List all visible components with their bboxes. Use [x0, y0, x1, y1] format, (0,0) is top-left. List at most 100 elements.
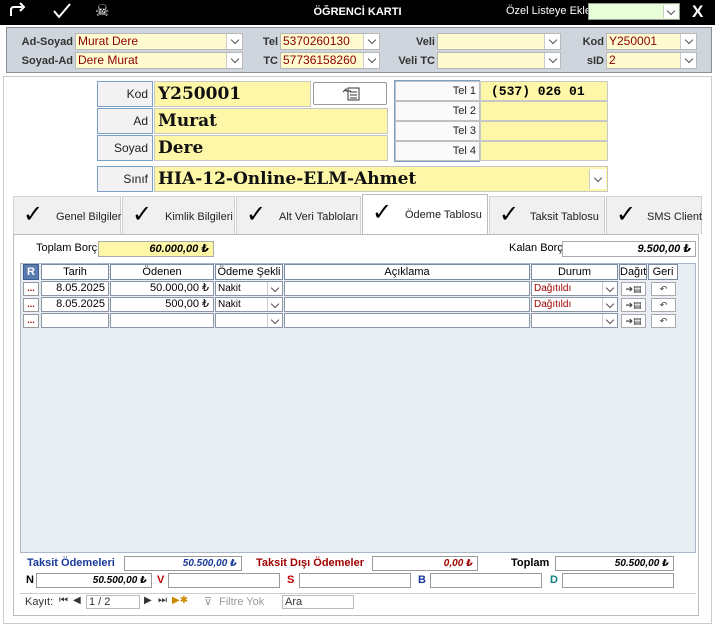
taksit-disi-value: 0,00 ₺ — [372, 556, 478, 571]
title-bar: ☠ ÖĞRENCİ KARTI Özel Listeye Ekle X — [0, 0, 715, 25]
chevron-down-icon[interactable] — [663, 5, 678, 18]
student-ad-value[interactable]: Murat — [154, 108, 388, 134]
prev-record-icon[interactable]: ◀ — [73, 595, 81, 606]
cell-aciklama[interactable] — [284, 281, 530, 296]
chevron-down-icon[interactable] — [226, 34, 242, 49]
kalan-borc-value: 9.500,00 ₺ — [562, 241, 696, 257]
tel1-value[interactable]: (537) 026 01 30 — [480, 81, 608, 118]
tab-sms-client[interactable]: ✓ SMS Client — [606, 196, 702, 234]
tel3-label: Tel 3 — [395, 121, 480, 141]
toplam-borc-value[interactable]: 60.000,00 ₺ — [98, 241, 214, 257]
sid-field[interactable]: 2 — [606, 52, 697, 69]
cell-tarih[interactable]: 8.05.2025 — [41, 281, 109, 296]
cell-odenen[interactable]: 50.000,00 ₺ — [110, 281, 214, 296]
window-title: ÖĞRENCİ KARTI — [313, 6, 402, 18]
checkmark-icon[interactable] — [52, 2, 72, 25]
column-header-odenen[interactable]: Ödenen — [110, 264, 214, 280]
cell-odenen[interactable]: 500,00 ₺ — [110, 297, 214, 312]
s-label: S — [287, 574, 295, 586]
cell-tarih[interactable] — [41, 313, 109, 328]
kod-field[interactable]: Y250001 — [606, 33, 697, 50]
tab-genel-bilgiler[interactable]: ✓ Genel Bilgiler — [13, 196, 121, 234]
row-dots-button[interactable]: ... — [23, 314, 39, 328]
column-header-durum[interactable]: Durum — [531, 264, 618, 280]
dagit-button[interactable]: ➔▤ — [621, 282, 646, 296]
list-copy-icon — [342, 87, 360, 101]
student-kod-value[interactable]: Y250001 — [154, 81, 311, 107]
toplam-label: Toplam — [511, 557, 550, 569]
chevron-down-icon[interactable] — [680, 53, 696, 68]
dagit-button[interactable]: ➔▤ — [621, 314, 646, 328]
undo-icon[interactable]: ↶ — [651, 282, 676, 296]
cell-tarih[interactable]: 8.05.2025 — [41, 297, 109, 312]
soyad-ad-field[interactable]: Dere Murat — [75, 52, 243, 69]
ad-soyad-label: Ad-Soyad — [21, 36, 73, 48]
cell-aciklama[interactable] — [284, 313, 530, 328]
dagit-button[interactable]: ➔▤ — [621, 298, 646, 312]
veli-field[interactable] — [437, 33, 561, 50]
b-value — [430, 573, 542, 588]
sid-label: sID — [586, 55, 604, 67]
column-header-dagit[interactable]: Dağıt — [619, 264, 647, 280]
chevron-down-icon[interactable] — [544, 53, 560, 68]
tab-kimlik-bilgileri[interactable]: ✓ Kimlik Bilgileri — [122, 196, 235, 234]
cell-durum[interactable]: Dağıtıldı — [531, 281, 618, 296]
cell-durum[interactable]: Dağıtıldı — [531, 297, 618, 312]
cell-odenen[interactable] — [110, 313, 214, 328]
tab-alt-veri-tablolari[interactable]: ✓ Alt Veri Tabloları — [236, 196, 361, 234]
chevron-down-icon[interactable] — [602, 282, 617, 295]
close-icon[interactable]: X — [692, 2, 703, 22]
s-value — [299, 573, 411, 588]
tab-taksit-tablosu[interactable]: ✓ Taksit Tablosu — [489, 196, 605, 234]
student-soyad-value[interactable]: Dere — [154, 135, 388, 161]
chevron-down-icon[interactable] — [602, 298, 617, 311]
chevron-down-icon[interactable] — [267, 314, 282, 327]
chevron-down-icon[interactable] — [544, 34, 560, 49]
undo-icon[interactable]: ↶ — [651, 298, 676, 312]
ad-soyad-field[interactable]: Murat Dere — [75, 33, 243, 50]
tel2-value[interactable] — [480, 101, 608, 121]
chevron-down-icon[interactable] — [363, 53, 379, 68]
cell-odeme-sekli[interactable]: Nakit — [215, 297, 283, 312]
first-record-icon[interactable]: ⏮ — [59, 595, 68, 606]
tc-field[interactable]: 57736158260 — [280, 52, 380, 69]
record-selector-header[interactable]: R — [23, 264, 39, 280]
undo-icon[interactable]: ↶ — [651, 314, 676, 328]
tel4-value[interactable] — [480, 141, 608, 161]
chevron-down-icon[interactable] — [589, 169, 606, 189]
filter-icon[interactable]: ⊽ — [204, 595, 212, 608]
column-header-aciklama[interactable]: Açıklama — [284, 264, 530, 280]
tel-field[interactable]: 5370260130 — [280, 33, 380, 50]
last-record-icon[interactable]: ⏭ — [158, 595, 167, 606]
chevron-down-icon[interactable] — [363, 34, 379, 49]
taksit-odemeleri-value: 50.500,00 ₺ — [124, 556, 242, 571]
chevron-down-icon[interactable] — [267, 282, 282, 295]
cell-durum[interactable] — [531, 313, 618, 328]
column-header-tarih[interactable]: Tarih — [41, 264, 109, 280]
cell-odeme-sekli[interactable] — [215, 313, 283, 328]
search-input[interactable]: Ara — [282, 595, 354, 609]
forward-arrow-icon[interactable] — [9, 2, 27, 23]
chevron-down-icon[interactable] — [226, 53, 242, 68]
sinif-label: Sınıf — [97, 166, 153, 192]
sinif-select[interactable]: HIA-12-Online-ELM-Ahmet — [154, 166, 608, 192]
cell-aciklama[interactable] — [284, 297, 530, 312]
copy-button[interactable] — [313, 82, 387, 105]
chevron-down-icon[interactable] — [602, 314, 617, 327]
next-record-icon[interactable]: ▶ — [144, 595, 152, 606]
cell-odeme-sekli[interactable]: Nakit — [215, 281, 283, 296]
chevron-down-icon[interactable] — [680, 34, 696, 49]
chevron-down-icon[interactable] — [267, 298, 282, 311]
tel3-value[interactable] — [480, 121, 608, 141]
column-header-geri[interactable]: Geri — [648, 264, 678, 280]
row-dots-button[interactable]: ... — [23, 282, 39, 296]
new-record-icon[interactable]: ▶✱ — [172, 595, 188, 606]
column-header-odeme-sekli[interactable]: Ödeme Şekli — [215, 264, 283, 280]
veli-tc-field[interactable] — [437, 52, 561, 69]
filter-label[interactable]: Filtre Yok — [219, 596, 264, 608]
skull-crossbones-icon[interactable]: ☠ — [95, 2, 109, 22]
tab-odeme-tablosu[interactable]: ✓ Ödeme Tablosu — [362, 194, 488, 236]
row-dots-button[interactable]: ... — [23, 298, 39, 312]
record-position[interactable]: 1 / 2 — [86, 595, 140, 609]
ozel-liste-select[interactable] — [588, 3, 680, 20]
